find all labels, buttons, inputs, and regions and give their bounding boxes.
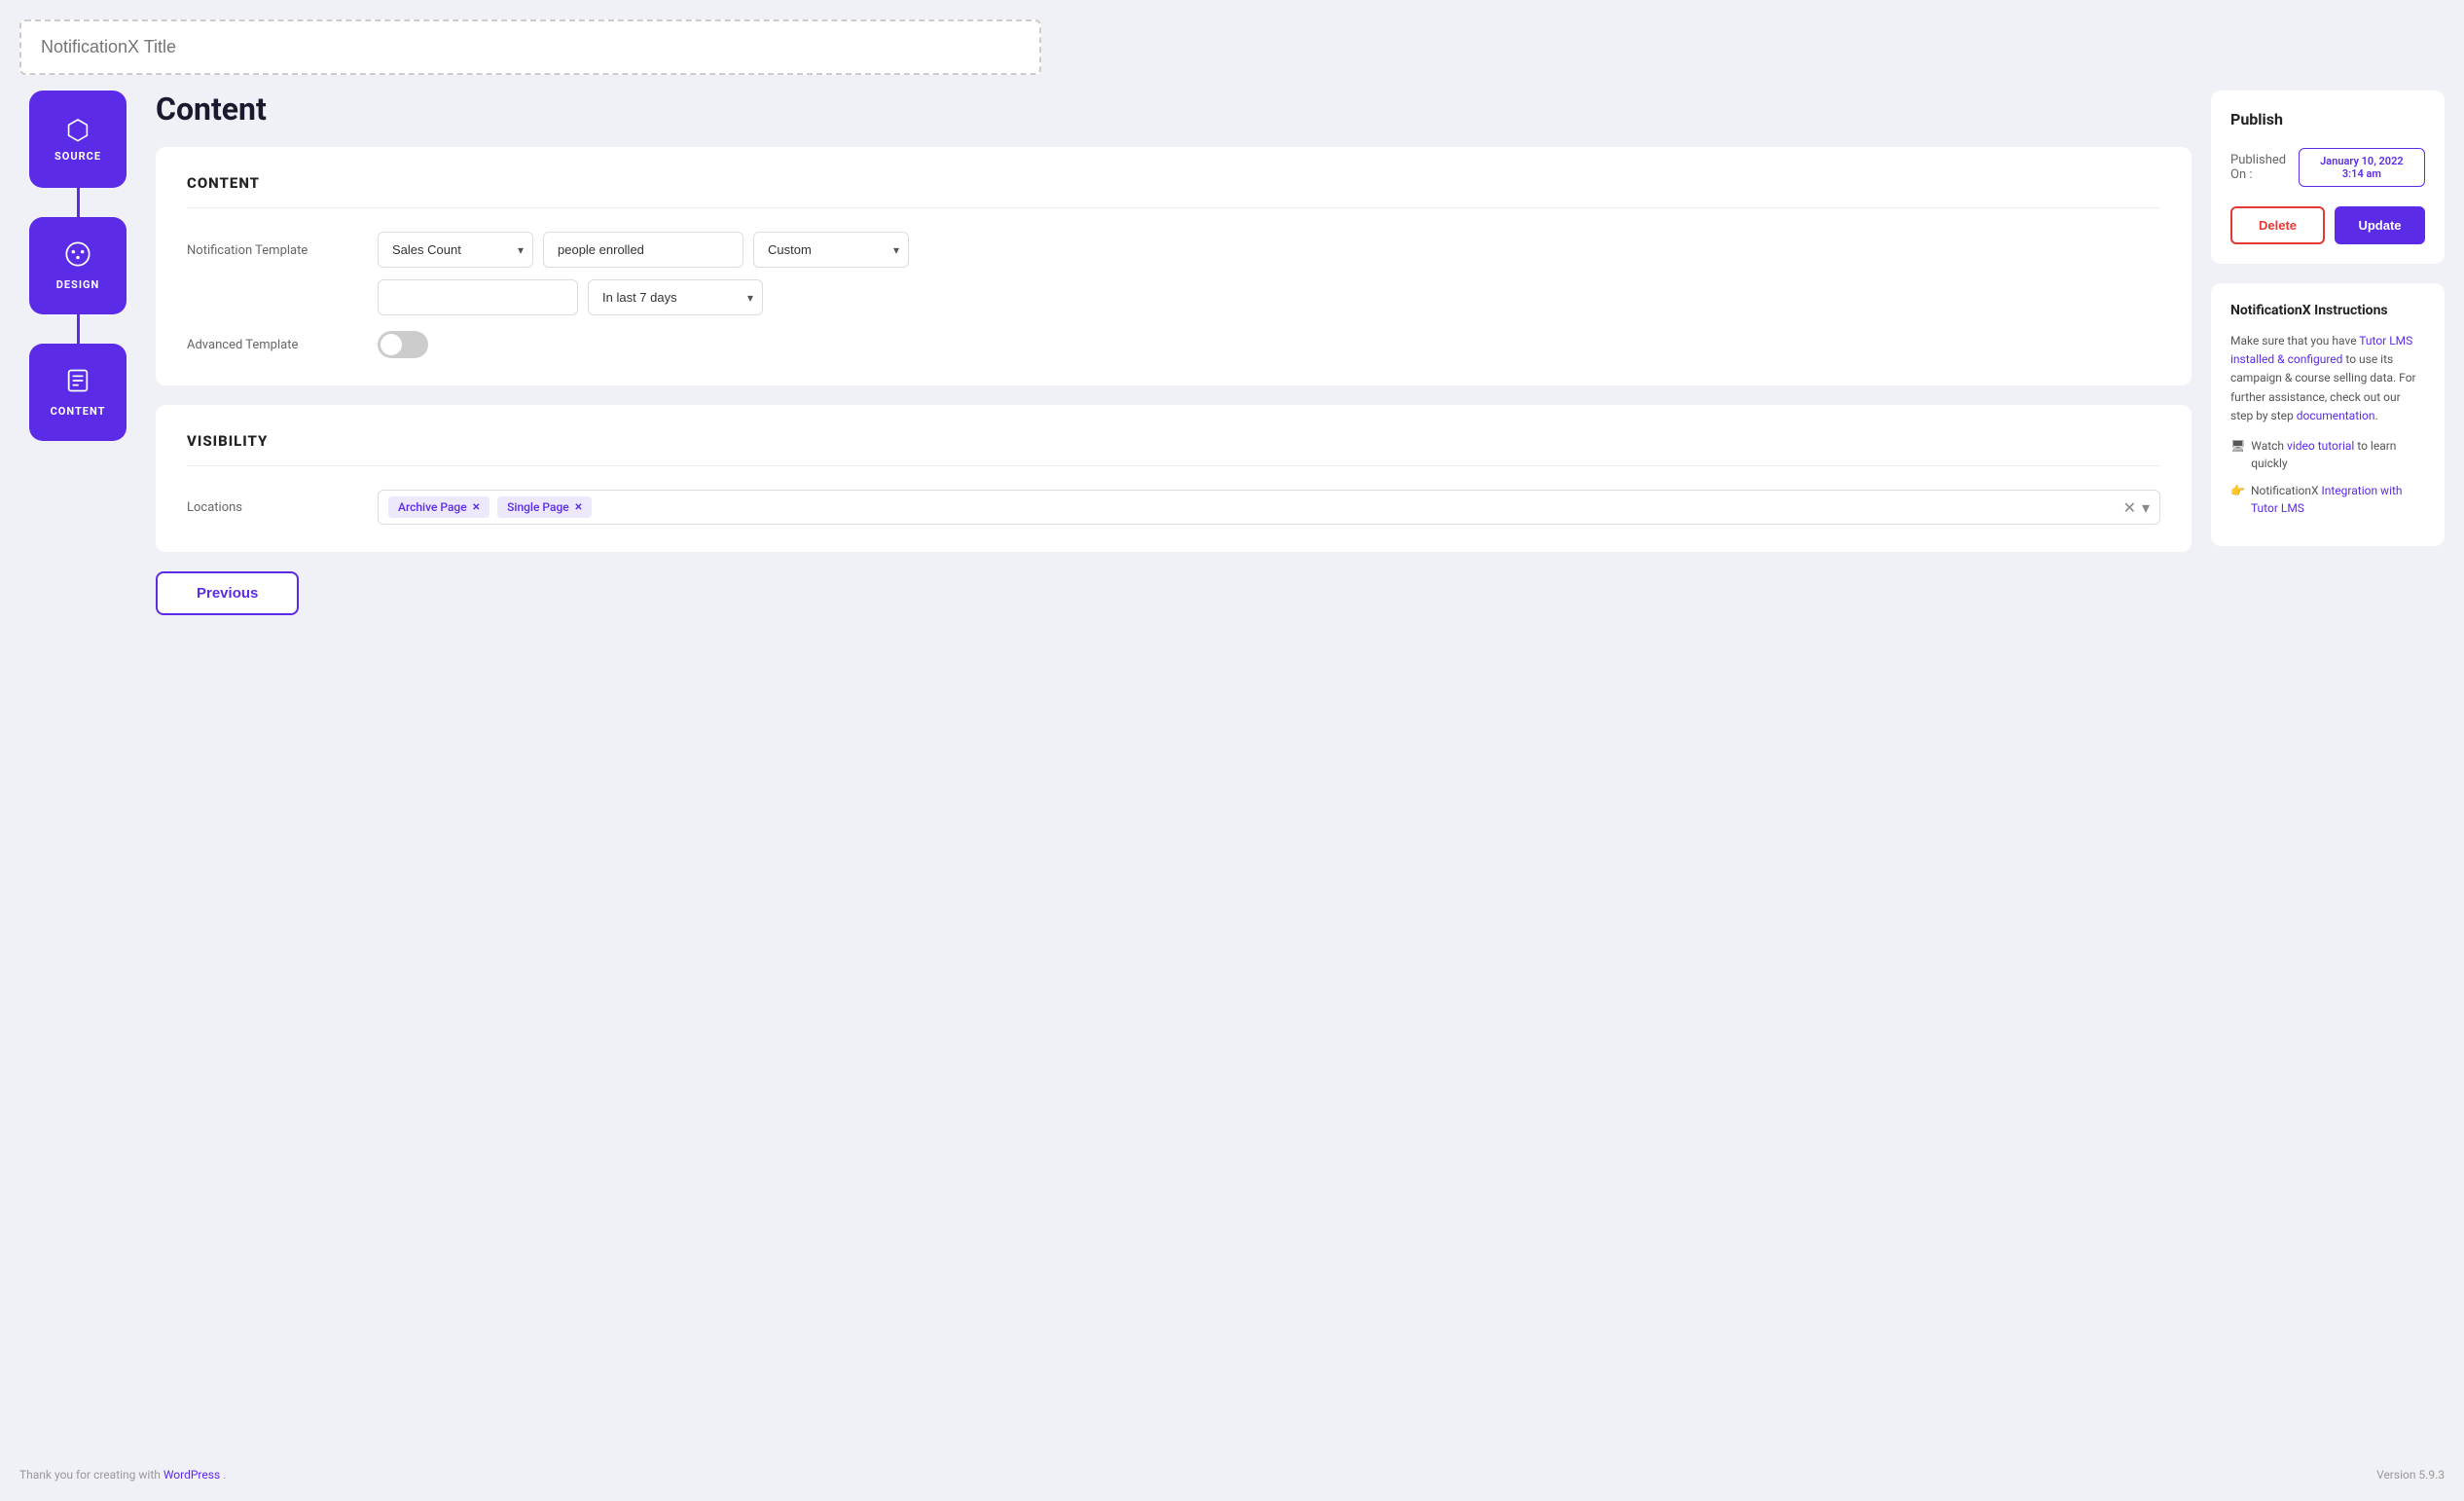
sales-count-select[interactable]: Sales Count Enrollment Count Review Coun… xyxy=(378,232,533,268)
previous-button[interactable]: Previous xyxy=(156,571,299,615)
sidebar-item-design[interactable]: DESIGN xyxy=(29,217,127,314)
people-enrolled-input[interactable] xyxy=(543,232,743,268)
advanced-template-row: Advanced Template xyxy=(187,331,2160,358)
watch-label: Watch video tutorial to learn quickly xyxy=(2251,437,2425,472)
video-tutorial-link[interactable]: video tutorial xyxy=(2287,439,2354,453)
sidebar-label-source: SOURCE xyxy=(54,150,101,163)
sidebar: ⬡ SOURCE DESIGN xyxy=(19,91,136,1445)
title-input-wrapper xyxy=(19,19,1041,75)
sidebar-connector-2 xyxy=(77,314,80,344)
documentation-link[interactable]: documentation xyxy=(2297,409,2375,422)
advanced-template-toggle[interactable] xyxy=(378,331,428,358)
bottom-actions: Previous xyxy=(156,571,2192,615)
template-bottom-row: In last 7 days In last 14 days In last 3… xyxy=(378,279,2160,315)
tag-single-remove[interactable]: × xyxy=(575,500,582,514)
custom-select[interactable]: Custom Default Template 1 xyxy=(753,232,909,268)
published-on-label: Published On : xyxy=(2230,153,2299,182)
days-select[interactable]: In last 7 days In last 14 days In last 3… xyxy=(588,279,763,315)
instructions-text-1: Make sure that you have Tutor LMS instal… xyxy=(2230,332,2425,425)
locations-label: Locations xyxy=(187,500,362,515)
notification-template-row: Notification Template Sales Count Enroll… xyxy=(187,232,2160,315)
content-section-heading: CONTENT xyxy=(187,174,2160,208)
locations-dropdown-arrow-icon[interactable]: ▾ xyxy=(2142,498,2150,517)
instructions-card: NotificationX Instructions Make sure tha… xyxy=(2211,283,2445,546)
video-emoji: 🖥 xyxy=(2230,437,2245,455)
design-icon xyxy=(64,240,91,273)
published-date-box: January 10, 2022 3:14 am xyxy=(2299,148,2425,187)
notification-template-label: Notification Template xyxy=(187,232,362,258)
template-blank-input[interactable] xyxy=(378,279,578,315)
version-text: Version 5.9.3 xyxy=(2376,1468,2445,1482)
sidebar-connector-1 xyxy=(77,188,80,217)
advanced-template-label: Advanced Template xyxy=(187,338,362,352)
publish-card: Publish Published On : January 10, 2022 … xyxy=(2211,91,2445,264)
center-content: Content CONTENT Notification Template Sa… xyxy=(156,91,2192,1445)
page-title: Content xyxy=(156,91,2192,128)
visibility-section-heading: VISIBILITY xyxy=(187,432,2160,466)
update-button[interactable]: Update xyxy=(2335,206,2425,244)
video-tutorial-item: 🖥 Watch video tutorial to learn quickly xyxy=(2230,437,2425,472)
locations-row: Locations Archive Page × Single Page × ✕ xyxy=(187,490,2160,525)
locations-actions: ✕ ▾ xyxy=(2123,498,2150,517)
notification-title-input[interactable] xyxy=(41,37,1020,57)
sidebar-label-content: CONTENT xyxy=(51,405,106,418)
tag-archive-label: Archive Page xyxy=(398,500,467,514)
template-top-row: Sales Count Enrollment Count Review Coun… xyxy=(378,232,2160,268)
notification-template-controls: Sales Count Enrollment Count Review Coun… xyxy=(378,232,2160,315)
integration-emoji: 👉 xyxy=(2230,482,2245,499)
sidebar-item-content[interactable]: CONTENT xyxy=(29,344,127,441)
tag-archive-remove[interactable]: × xyxy=(473,500,480,514)
tag-single-page: Single Page × xyxy=(497,496,592,518)
sidebar-label-design: DESIGN xyxy=(56,278,100,291)
integration-label: NotificationX Integration with Tutor LMS xyxy=(2251,482,2425,517)
content-icon xyxy=(64,367,91,399)
wordpress-link[interactable]: WordPress xyxy=(163,1468,220,1482)
toggle-slider xyxy=(378,331,428,358)
integration-item: 👉 NotificationX Integration with Tutor L… xyxy=(2230,482,2425,517)
footer-text: Thank you for creating with WordPress . xyxy=(19,1468,226,1482)
sales-count-select-wrapper: Sales Count Enrollment Count Review Coun… xyxy=(378,232,533,268)
content-section-card: CONTENT Notification Template Sales Coun… xyxy=(156,147,2192,385)
publish-buttons: Delete Update xyxy=(2230,206,2425,244)
instructions-title: NotificationX Instructions xyxy=(2230,303,2425,318)
tutor-lms-link[interactable]: Tutor LMS installed & configured xyxy=(2230,334,2412,366)
sidebar-item-source[interactable]: ⬡ SOURCE xyxy=(29,91,127,188)
source-icon: ⬡ xyxy=(66,117,90,144)
locations-clear-all-icon[interactable]: ✕ xyxy=(2123,498,2136,517)
custom-select-wrapper: Custom Default Template 1 ▾ xyxy=(753,232,909,268)
visibility-section-card: VISIBILITY Locations Archive Page × Sing… xyxy=(156,405,2192,552)
tag-archive-page: Archive Page × xyxy=(388,496,489,518)
publish-date-row: Published On : January 10, 2022 3:14 am xyxy=(2230,148,2425,187)
delete-button[interactable]: Delete xyxy=(2230,206,2325,244)
right-panel: Publish Published On : January 10, 2022 … xyxy=(2211,91,2445,1445)
publish-title: Publish xyxy=(2230,110,2425,128)
days-select-wrapper: In last 7 days In last 14 days In last 3… xyxy=(588,279,763,315)
footer: Thank you for creating with WordPress . … xyxy=(19,1460,2445,1482)
tag-single-label: Single Page xyxy=(507,500,569,514)
integration-link[interactable]: Integration with Tutor LMS xyxy=(2251,484,2403,515)
locations-multiselect[interactable]: Archive Page × Single Page × ✕ ▾ xyxy=(378,490,2160,525)
